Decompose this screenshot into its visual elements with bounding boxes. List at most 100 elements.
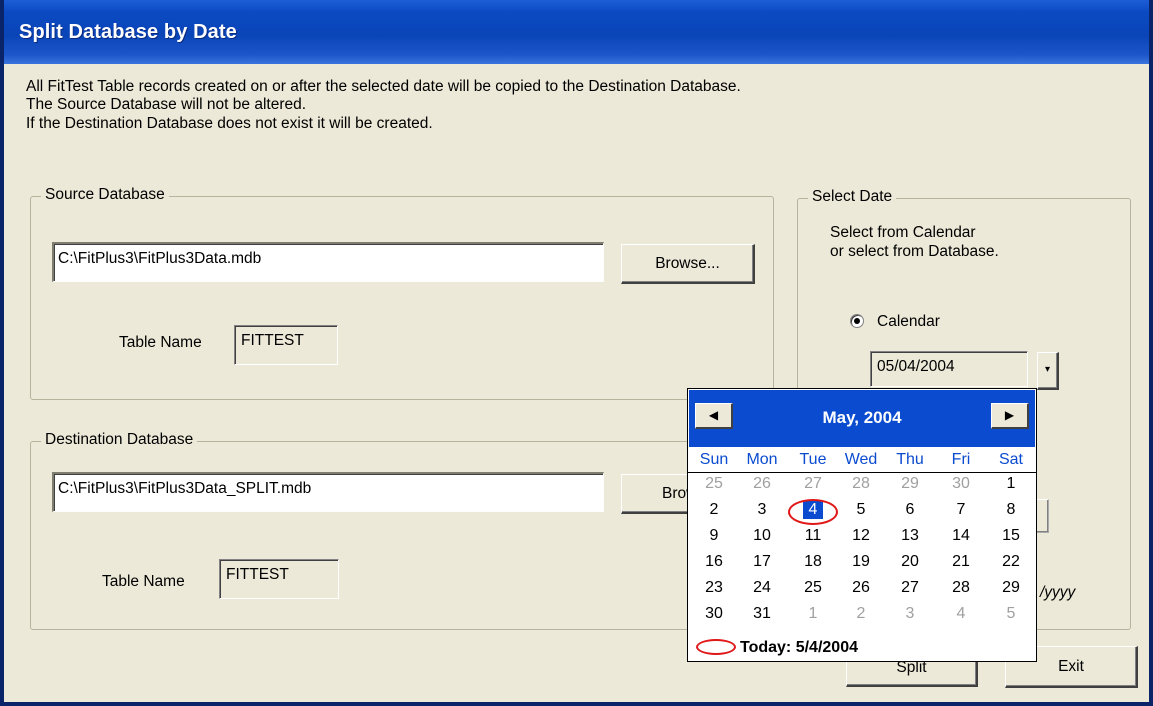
calendar-day[interactable]: 17 (738, 553, 786, 571)
calendar-day[interactable]: 5 (837, 501, 885, 519)
calendar-day-number: 5 (856, 501, 866, 518)
calendar-day[interactable]: 25 (690, 475, 738, 493)
source-path-field[interactable]: C:\FitPlus3\FitPlus3Data.mdb (52, 242, 604, 282)
date-dropdown-button[interactable]: ▾ (1037, 352, 1059, 390)
calendar-day[interactable]: 6 (886, 501, 934, 519)
calendar-day[interactable]: 23 (690, 579, 738, 597)
calendar-day[interactable]: 5 (987, 605, 1035, 623)
title-bar[interactable]: Split Database by Date (4, 0, 1149, 64)
calendar-day[interactable]: 2 (690, 501, 738, 519)
calendar-day-number: 7 (956, 501, 966, 518)
calendar-day-number: 29 (1002, 579, 1020, 596)
dialog-window: Split Database by Date All FitTest Table… (0, 0, 1153, 706)
source-browse-button[interactable]: Browse... (621, 244, 755, 284)
calendar-day[interactable]: 26 (837, 579, 885, 597)
calendar-day[interactable]: 3 (886, 605, 934, 623)
calendar-day-number: 19 (852, 553, 870, 570)
calendar-day[interactable]: 30 (937, 475, 985, 493)
calendar-next-button[interactable]: ▶ (991, 403, 1029, 429)
calendar-day[interactable]: 15 (987, 527, 1035, 545)
calendar-radio[interactable] (850, 314, 864, 328)
calendar-day-number: 30 (952, 475, 970, 492)
calendar-day-number: 30 (705, 605, 723, 622)
calendar-radio-label[interactable]: Calendar (877, 313, 940, 331)
window-title: Split Database by Date (19, 21, 237, 43)
weekday-header-row: Sun Mon Tue Wed Thu Fri Sat (688, 451, 1036, 473)
calendar-day[interactable]: 30 (690, 605, 738, 623)
calendar-day-number: 13 (901, 527, 919, 544)
calendar-day-number: 12 (852, 527, 870, 544)
calendar-day-number: 22 (1002, 553, 1020, 570)
calendar-day-number: 11 (804, 527, 822, 544)
calendar-day[interactable]: 11 (789, 527, 837, 545)
selected-day-today-circle (788, 499, 838, 525)
weekday-thu: Thu (896, 451, 924, 468)
calendar-day[interactable]: 26 (738, 475, 786, 493)
calendar-day[interactable]: 27 (886, 579, 934, 597)
calendar-dropdown[interactable]: ◀ May, 2004 ▶ Sun Mon Tue Wed Thu Fri Sa… (687, 388, 1037, 662)
calendar-day[interactable]: 3 (738, 501, 786, 519)
calendar-today-label[interactable]: Today: 5/4/2004 (740, 639, 858, 657)
weekday-sat: Sat (998, 451, 1023, 468)
calendar-day[interactable]: 4 (937, 605, 985, 623)
calendar-day[interactable]: 14 (937, 527, 985, 545)
calendar-day[interactable]: 29 (886, 475, 934, 493)
calendar-day[interactable]: 1 (789, 605, 837, 623)
calendar-day-number: 5 (1006, 605, 1016, 622)
calendar-day-number: 24 (753, 579, 771, 596)
calendar-day-number: 2 (856, 605, 866, 622)
calendar-day[interactable]: 25 (789, 579, 837, 597)
calendar-day[interactable]: 22 (987, 553, 1035, 571)
date-value-field[interactable]: 05/04/2004 (870, 351, 1028, 387)
weekday-sun: Sun (699, 451, 729, 468)
calendar-day-number: 21 (952, 553, 970, 570)
calendar-day[interactable]: 2 (837, 605, 885, 623)
calendar-day[interactable]: 19 (837, 553, 885, 571)
weekday-wed: Wed (844, 451, 878, 468)
calendar-month-label: May, 2004 (822, 408, 902, 427)
destination-table-name-label: Table Name (102, 573, 185, 590)
calendar-day[interactable]: 31 (738, 605, 786, 623)
calendar-day[interactable]: 10 (738, 527, 786, 545)
calendar-day-number: 3 (905, 605, 915, 622)
calendar-day-number: 26 (852, 579, 870, 596)
description-line-2: The Source Database will not be altered. (26, 96, 307, 113)
calendar-day[interactable]: 28 (837, 475, 885, 493)
calendar-day-number: 14 (952, 527, 970, 544)
destination-database-group: Destination Database (30, 431, 774, 630)
calendar-day-number: 25 (804, 579, 822, 596)
calendar-day[interactable]: 7 (937, 501, 985, 519)
description-line-3: If the Destination Database does not exi… (26, 115, 433, 132)
calendar-day[interactable]: 18 (789, 553, 837, 571)
destination-table-name-value: FITTEST (219, 559, 339, 599)
calendar-day[interactable]: 20 (886, 553, 934, 571)
calendar-day[interactable]: 16 (690, 553, 738, 571)
calendar-day[interactable]: 27 (789, 475, 837, 493)
select-date-hint-1: Select from Calendar (830, 224, 976, 241)
radio-selected-dot (854, 318, 860, 324)
calendar-day[interactable]: 9 (690, 527, 738, 545)
calendar-day[interactable]: 21 (937, 553, 985, 571)
weekday-fri: Fri (951, 451, 971, 468)
calendar-day-number: 26 (753, 475, 771, 492)
date-format-hint: /yyyy (1040, 584, 1076, 601)
calendar-header: ◀ May, 2004 ▶ (689, 390, 1035, 447)
destination-path-field[interactable]: C:\FitPlus3\FitPlus3Data_SPLIT.mdb (52, 472, 604, 512)
calendar-day[interactable]: 24 (738, 579, 786, 597)
calendar-day[interactable]: 29 (987, 579, 1035, 597)
calendar-day-number: 28 (952, 579, 970, 596)
source-table-name-value: FITTEST (234, 325, 338, 365)
calendar-day-number: 27 (901, 579, 919, 596)
weekday-mon: Mon (746, 451, 778, 468)
calendar-day[interactable]: 13 (886, 527, 934, 545)
source-database-legend: Source Database (41, 186, 169, 204)
today-circle-icon (696, 639, 736, 655)
calendar-day-number: 8 (1006, 501, 1016, 518)
calendar-day-number: 4 (956, 605, 966, 622)
calendar-day[interactable]: 28 (937, 579, 985, 597)
calendar-day-number: 29 (901, 475, 919, 492)
weekday-tue: Tue (799, 451, 827, 468)
calendar-day[interactable]: 8 (987, 501, 1035, 519)
calendar-day[interactable]: 12 (837, 527, 885, 545)
calendar-day[interactable]: 1 (987, 475, 1035, 493)
